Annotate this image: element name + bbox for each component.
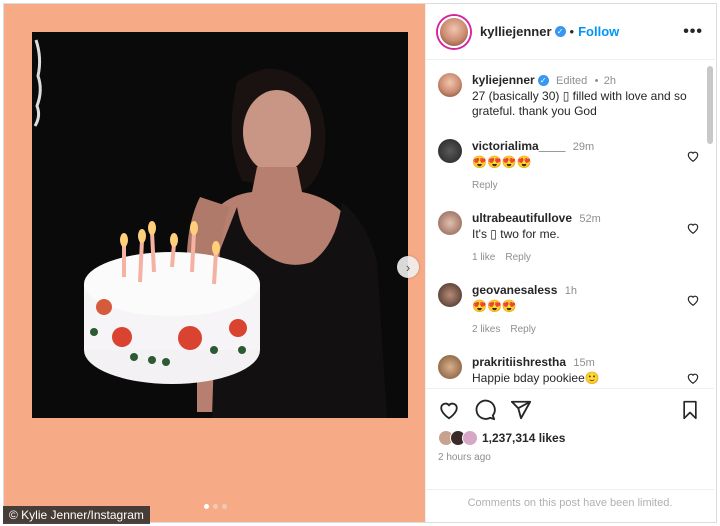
comment-time: 15m [573,357,595,369]
separator-dot: • [569,24,575,39]
follow-button[interactable]: Follow [578,24,619,39]
comment-username[interactable]: victorialima____ [472,139,565,153]
media-panel: › [4,4,425,522]
like-heart-icon[interactable] [438,399,460,421]
comment-bubble-icon[interactable] [474,399,496,421]
commenter-avatar[interactable] [438,211,462,235]
commenter-avatar[interactable] [438,139,462,163]
liker-avatar [462,430,478,446]
author-avatar[interactable] [438,15,470,48]
like-comment-heart-icon[interactable] [686,293,700,307]
reply-button[interactable]: Reply [510,324,536,335]
slide-dot [204,504,209,509]
caption-avatar[interactable] [438,73,462,97]
caption-time: 2h [603,75,617,87]
bookmark-save-icon[interactable] [680,399,700,421]
reply-button[interactable]: Reply [505,252,531,263]
photo-credit: © Kylie Jenner/Instagram [3,506,150,524]
caption: kyliejenner ✓ Edited • 2h 27 (basically 3… [438,73,700,119]
comment-item: ultrabeautifullove 52m It's ▯ two for me… [438,211,700,265]
comment-text: 😍😍😍😍 [472,155,532,169]
comments-list[interactable]: kyliejenner ✓ Edited • 2h 27 (basically 3… [426,61,714,388]
comment-likes[interactable]: 2 likes [472,324,500,335]
post-photo [32,32,408,418]
separator-dot: • [594,75,599,87]
comment-text: Happie bday pookiee🙂 [472,371,600,385]
comment-text: It's ▯ two for me. [472,227,560,241]
likes-row[interactable]: 1,237,314 likes [438,430,565,446]
comments-scrollbar[interactable] [707,66,713,144]
share-send-icon[interactable] [510,399,532,421]
comment-text: 😍😍😍 [472,299,517,313]
more-options-icon[interactable]: ••• [683,23,703,41]
like-comment-heart-icon[interactable] [686,371,700,385]
comment-username[interactable]: ultrabeautifullove [472,211,572,225]
author-username[interactable]: kylliejenner [480,24,552,39]
liker-avatars [438,430,482,446]
caption-username[interactable]: kyliejenner [472,73,535,87]
comment-time: 29m [572,141,595,153]
comment-time: 1h [564,285,577,297]
slide-dot [213,504,218,509]
caption-edited: Edited [556,75,588,87]
comment-item: prakritiishrestha 15m Happie bday pookie… [438,355,700,386]
comment-item: victorialima____ 29m 😍😍😍😍 Reply [438,139,700,193]
post-header: kylliejenner ✓ • Follow ••• [426,4,715,60]
next-slide-button[interactable]: › [397,256,419,278]
like-comment-heart-icon[interactable] [686,221,700,235]
comment-time: 52m [579,213,601,225]
slide-indicator [204,504,227,509]
likes-count[interactable]: 1,237,314 likes [482,431,565,445]
comment-likes[interactable]: 1 like [472,252,495,263]
post-sidebar: kylliejenner ✓ • Follow ••• kyliejenner ✓… [425,4,715,522]
caption-text: 27 (basically 30) ▯ filled with love and… [472,89,687,118]
comment-item: geovanesaless 1h 😍😍😍 2 likes Reply [438,283,700,337]
verified-icon: ✓ [554,26,566,37]
slide-dot [222,504,227,509]
comment-username[interactable]: prakritiishrestha [472,355,566,369]
like-comment-heart-icon[interactable] [686,149,700,163]
comment-username[interactable]: geovanesaless [472,283,557,297]
post-timestamp[interactable]: 2 hours ago [438,452,491,463]
comments-limited-notice: Comments on this post have been limited. [426,489,714,521]
commenter-avatar[interactable] [438,355,462,379]
post-actions: 1,237,314 likes 2 hours ago [426,388,714,488]
reply-button[interactable]: Reply [472,180,498,191]
verified-icon: ✓ [537,75,549,86]
commenter-avatar[interactable] [438,283,462,307]
